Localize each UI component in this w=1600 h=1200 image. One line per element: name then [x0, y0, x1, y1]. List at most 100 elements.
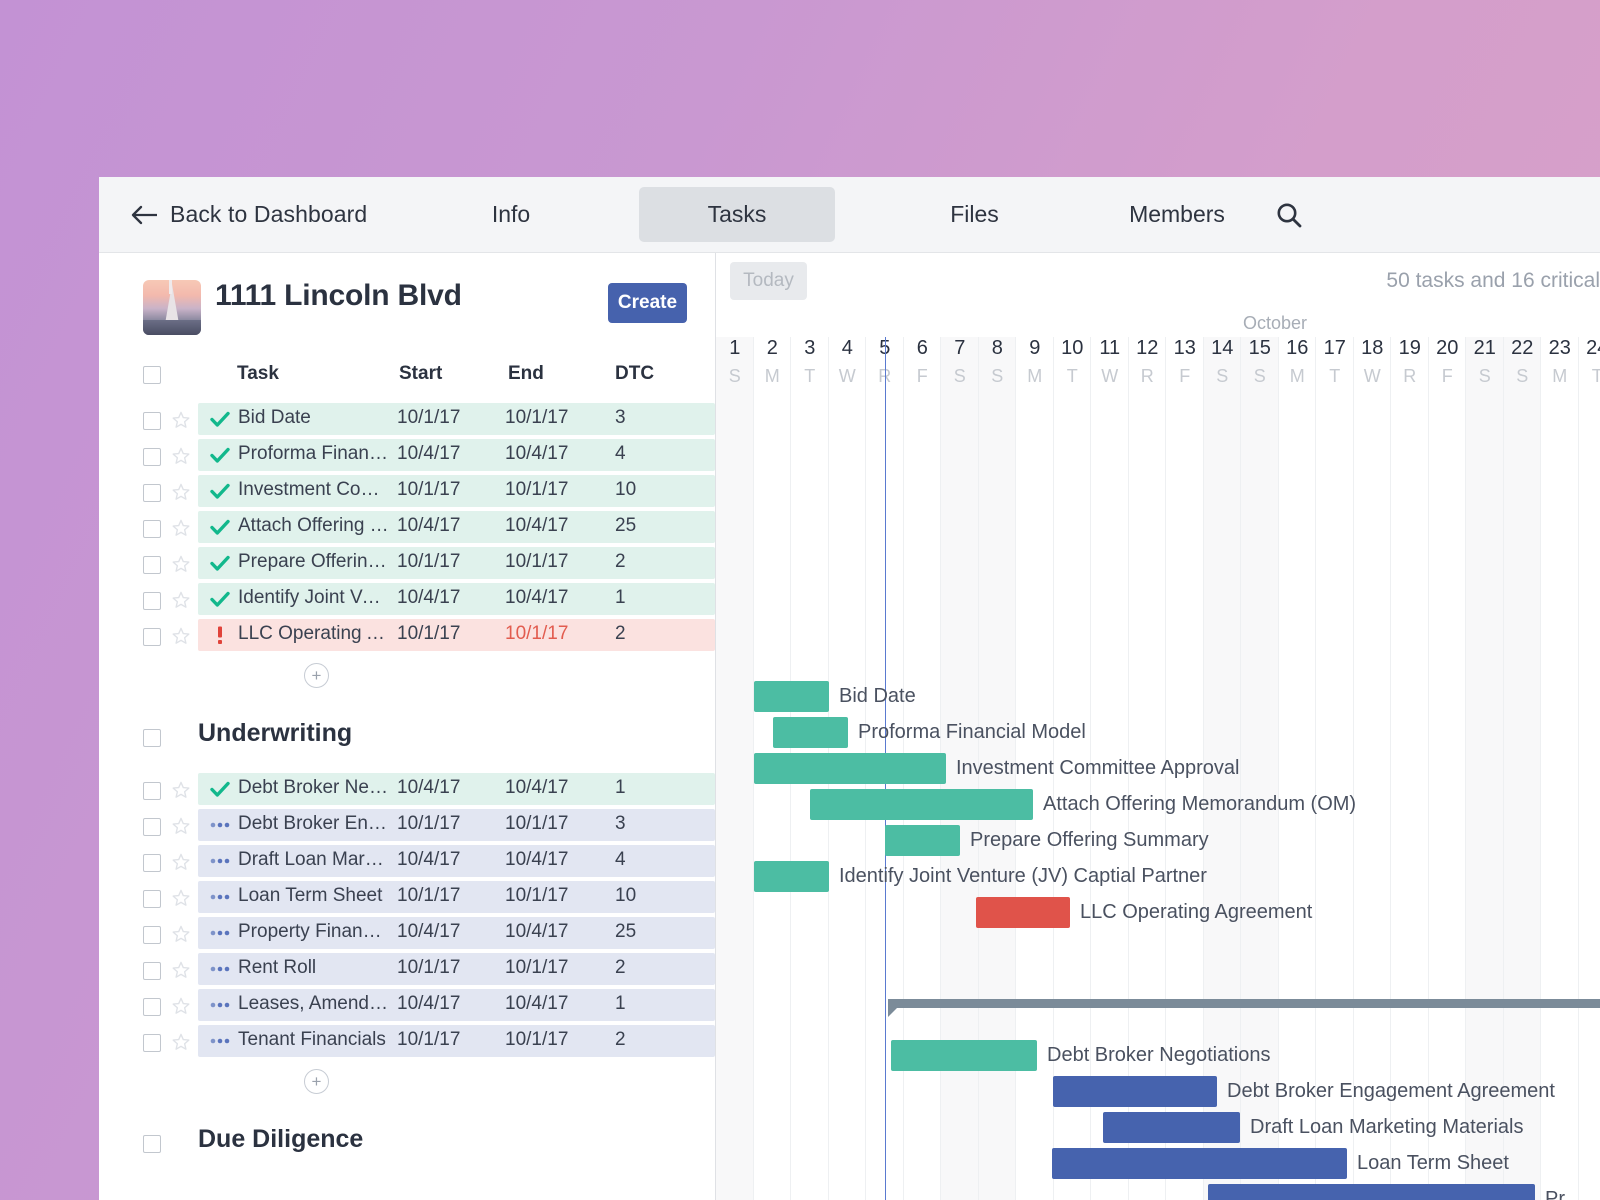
add-task-button[interactable]: + [304, 663, 329, 688]
table-row[interactable]: Rent Roll 10/1/17 10/1/17 2 [99, 953, 715, 989]
table-row[interactable]: Prepare Offering S… 10/1/17 10/1/17 2 [99, 547, 715, 583]
favorite-star-icon[interactable] [171, 852, 191, 872]
gantt-bar[interactable] [1103, 1112, 1240, 1143]
gantt-day-column [716, 337, 754, 1200]
tab-info[interactable]: Info [462, 187, 560, 242]
top-navigation-bar: Back to Dashboard Info Tasks Files Membe… [99, 177, 1600, 253]
table-row[interactable]: Attach Offering Me… 10/4/17 10/4/17 25 [99, 511, 715, 547]
favorite-star-icon[interactable] [171, 626, 191, 646]
task-dtc-cell: 2 [615, 551, 626, 572]
back-to-dashboard-link[interactable]: Back to Dashboard [131, 177, 367, 252]
row-checkbox[interactable] [143, 448, 161, 466]
gantt-day-number: 1 [729, 337, 741, 359]
gantt-bar[interactable] [1052, 1148, 1347, 1179]
row-checkbox[interactable] [143, 520, 161, 538]
row-checkbox[interactable] [143, 556, 161, 574]
favorite-star-icon[interactable] [171, 816, 191, 836]
favorite-star-icon[interactable] [171, 780, 191, 800]
task-group-name: Due Diligence [198, 1125, 364, 1153]
row-checkbox[interactable] [143, 592, 161, 610]
task-dtc-cell: 1 [615, 993, 626, 1014]
tab-members[interactable]: Members [1112, 187, 1242, 242]
gantt-bar[interactable] [754, 753, 946, 784]
favorite-star-icon[interactable] [171, 518, 191, 538]
gantt-bar[interactable] [976, 897, 1070, 928]
search-button[interactable] [1274, 177, 1304, 252]
task-end-cell: 10/1/17 [505, 1029, 569, 1050]
table-row[interactable]: Debt Broker Negot… 10/4/17 10/4/17 1 [99, 773, 715, 809]
table-header-row: Task Start End DTC [99, 351, 715, 403]
table-row[interactable]: Debt Broker Engag… 10/1/17 10/1/17 3 [99, 809, 715, 845]
table-row[interactable]: Bid Date 10/1/17 10/1/17 3 [99, 403, 715, 439]
task-end-cell: 10/4/17 [505, 921, 569, 942]
favorite-star-icon[interactable] [171, 996, 191, 1016]
task-group-header: Due Diligence [99, 1107, 715, 1179]
tab-files[interactable]: Files [927, 187, 1022, 242]
gantt-group-summary-bar[interactable] [888, 999, 1600, 1008]
favorite-star-icon[interactable] [171, 888, 191, 908]
gantt-bar-label: Proforma Financial Model [858, 721, 1086, 743]
row-checkbox[interactable] [143, 628, 161, 646]
gantt-bar[interactable] [885, 825, 960, 856]
gantt-day-letter: T [1066, 366, 1078, 386]
gantt-day-grid[interactable]: 1S2M3T4W5R6F7S8S9M10T11W12R13F14S15S16M1… [716, 337, 1600, 1200]
gantt-bar[interactable] [773, 717, 848, 748]
gantt-bar[interactable] [891, 1040, 1037, 1071]
search-icon [1277, 203, 1302, 227]
column-header-dtc: DTC [615, 363, 655, 384]
gantt-bar[interactable] [754, 681, 829, 712]
favorite-star-icon[interactable] [171, 590, 191, 610]
table-row[interactable]: Investment Comm… 10/1/17 10/1/17 10 [99, 475, 715, 511]
row-checkbox[interactable] [143, 998, 161, 1016]
create-button[interactable]: Create [608, 283, 687, 323]
tab-tasks[interactable]: Tasks [639, 187, 835, 242]
task-end-cell: 10/4/17 [505, 587, 569, 608]
table-row[interactable]: Tenant Financials 10/1/17 10/1/17 2 [99, 1025, 715, 1061]
gantt-bar[interactable] [754, 861, 829, 892]
table-row[interactable]: Leases, Amendme… 10/4/17 10/4/17 1 [99, 989, 715, 1025]
page-title: 1111 Lincoln Blvd [215, 279, 462, 312]
status-done-icon [210, 519, 230, 535]
favorite-star-icon[interactable] [171, 924, 191, 944]
row-checkbox[interactable] [143, 890, 161, 908]
status-done-icon [210, 591, 230, 607]
favorite-star-icon[interactable] [171, 482, 191, 502]
favorite-star-icon[interactable] [171, 554, 191, 574]
gantt-bar[interactable] [810, 789, 1033, 820]
table-row[interactable]: Identify Joint Vent… 10/4/17 10/4/17 1 [99, 583, 715, 619]
favorite-star-icon[interactable] [171, 1032, 191, 1052]
gantt-day-number: 11 [1099, 337, 1121, 359]
task-dtc-cell: 10 [615, 479, 637, 500]
row-checkbox[interactable] [143, 854, 161, 872]
row-checkbox[interactable] [143, 1034, 161, 1052]
favorite-star-icon[interactable] [171, 446, 191, 466]
gantt-bar[interactable] [1053, 1076, 1217, 1107]
gantt-day-letter: S [1516, 366, 1529, 386]
gantt-day-letter: S [953, 366, 966, 386]
row-checkbox[interactable] [143, 962, 161, 980]
gantt-bar[interactable] [1208, 1184, 1535, 1200]
gantt-day-column [1391, 337, 1429, 1200]
table-row[interactable]: Draft Loan Market… 10/4/17 10/4/17 4 [99, 845, 715, 881]
table-row[interactable]: Proforma Financia… 10/4/17 10/4/17 4 [99, 439, 715, 475]
add-task-button[interactable]: + [304, 1069, 329, 1094]
table-row[interactable]: Property Financial… 10/4/17 10/4/17 25 [99, 917, 715, 953]
table-row[interactable]: LLC Operating Agr… 10/1/17 10/1/17 2 [99, 619, 715, 655]
group-select-checkbox[interactable] [143, 729, 161, 747]
select-all-checkbox[interactable] [143, 366, 161, 384]
row-checkbox[interactable] [143, 484, 161, 502]
row-checkbox[interactable] [143, 818, 161, 836]
row-checkbox[interactable] [143, 412, 161, 430]
favorite-star-icon[interactable] [171, 960, 191, 980]
gantt-day-letter: S [1216, 366, 1229, 386]
gantt-day-letter: T [804, 366, 816, 386]
row-checkbox[interactable] [143, 926, 161, 944]
group-select-checkbox[interactable] [143, 1135, 161, 1153]
table-row[interactable]: Loan Term Sheet 10/1/17 10/1/17 10 [99, 881, 715, 917]
favorite-star-icon[interactable] [171, 410, 191, 430]
column-header-task: Task [237, 363, 279, 384]
row-checkbox[interactable] [143, 782, 161, 800]
today-button[interactable]: Today [730, 262, 807, 300]
gantt-day-number: 6 [916, 337, 928, 359]
task-dtc-cell: 3 [615, 407, 626, 428]
